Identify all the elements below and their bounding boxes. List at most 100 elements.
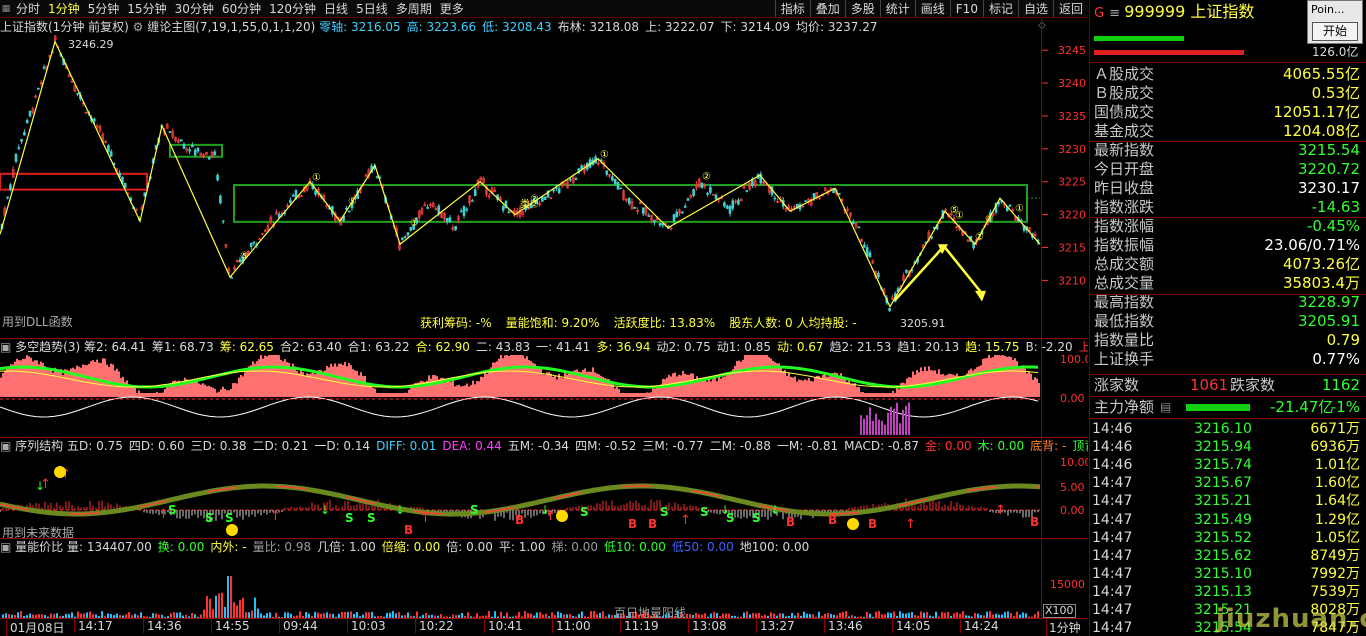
volume-bar — [224, 606, 226, 618]
indicator-value: 平: 1.00 — [498, 540, 546, 554]
tick-row[interactable]: 14:46 3215.94 6936万 — [1092, 438, 1364, 456]
period-tab[interactable]: 30分钟 — [171, 0, 218, 17]
buy-signal-icon: B — [648, 517, 657, 531]
trend-bar — [290, 367, 292, 397]
function-tab[interactable]: 画线 — [914, 0, 950, 17]
tick-row[interactable]: 14:47 3215.21 1.64亿 — [1092, 492, 1364, 510]
stroke-label: ① — [955, 210, 964, 221]
start-button[interactable]: 开始 — [1312, 22, 1358, 41]
tick-row[interactable]: 14:47 3215.13 7539万 — [1092, 583, 1364, 601]
trend-chart[interactable]: 100.0 0.00 — [0, 355, 1088, 435]
trend-bar — [436, 376, 438, 397]
trend-bar — [800, 379, 802, 397]
volume-chart[interactable] — [0, 555, 1088, 618]
trend-bar — [34, 360, 36, 397]
trend-indicator-name[interactable]: 多空趋势(3) — [15, 340, 80, 354]
candlestick-chart[interactable]: ⑤①⑤①②①②类②②①⑤①②32453240323532303225322032… — [0, 35, 1088, 335]
trend-bar — [1036, 378, 1038, 397]
sequence-indicator-name[interactable]: 序列结构 — [15, 439, 63, 453]
candle-body — [216, 174, 219, 181]
quote-value: 3228.97 — [1297, 293, 1360, 311]
period-tab[interactable]: 日线 — [320, 0, 352, 17]
period-tab[interactable]: 5日线 — [352, 0, 392, 17]
sell-signal-icon: S — [367, 511, 376, 525]
time-label: 10:03 — [347, 619, 386, 633]
period-tab[interactable]: 多周期 — [392, 0, 436, 17]
function-tab[interactable]: 标记 — [982, 0, 1018, 17]
period-tab[interactable]: 1分钟 — [44, 0, 84, 17]
gear-icon[interactable]: ⚙ — [133, 20, 148, 34]
function-tab[interactable]: 指标 — [774, 0, 810, 17]
volume-bar — [392, 611, 394, 618]
quote-value: 35803.4万 — [1282, 274, 1360, 292]
function-tab[interactable]: 多股 — [844, 0, 880, 17]
tick-row[interactable]: 14:47 3215.62 8749万 — [1092, 547, 1364, 565]
candle-body — [605, 170, 609, 175]
period-tab[interactable]: 120分钟 — [265, 0, 320, 17]
function-tab[interactable]: 叠加 — [809, 0, 845, 17]
function-tab[interactable]: 返回 — [1052, 0, 1088, 17]
quote-row: Ｂ股成交 0.53亿 — [1094, 84, 1364, 103]
tick-row[interactable]: 14:46 3215.74 1.01亿 — [1092, 456, 1364, 474]
period-tab[interactable]: 60分钟 — [218, 0, 265, 17]
trend-bar — [412, 387, 414, 397]
period-tab[interactable]: 15分钟 — [123, 0, 170, 17]
stroke-label: ① — [600, 149, 609, 160]
indicator-value: 顶背: - — [1072, 439, 1088, 453]
candle-body — [17, 147, 21, 149]
indicator-value: 五D: 0.75 — [67, 439, 123, 453]
trend-bar — [626, 393, 628, 397]
volume-bar — [602, 611, 604, 618]
tick-row[interactable]: 14:47 3215.52 1.05亿 — [1092, 529, 1364, 547]
trend-bar — [160, 393, 162, 397]
volume-bar — [350, 611, 352, 618]
tick-row[interactable]: 14:47 3215.49 1.29亿 — [1092, 511, 1364, 529]
sell-signal-icon: S — [660, 505, 669, 519]
period-tab[interactable]: 5分钟 — [84, 0, 124, 17]
trend-bar — [820, 377, 822, 397]
trend-bar — [544, 374, 546, 397]
tick-row[interactable]: 14:47 3215.10 7992万 — [1092, 565, 1364, 583]
doc-icon[interactable]: ▤ — [1160, 398, 1171, 417]
function-tab[interactable]: F10 — [949, 0, 983, 17]
menu-icon[interactable]: ≡ — [1109, 6, 1124, 21]
trend-bar — [962, 377, 964, 397]
trend-spike-bar — [872, 420, 874, 435]
tick-price: 3216.10 — [1194, 421, 1252, 437]
trend-bar — [6, 367, 8, 397]
period-tab[interactable]: 分时 — [12, 0, 44, 17]
function-tab[interactable]: 自选 — [1017, 0, 1053, 17]
trend-bar — [812, 381, 814, 397]
volume-indicator-name[interactable]: 量能价比 — [15, 540, 63, 554]
trend-bar — [692, 373, 694, 397]
tick-row[interactable]: 14:47 3215.67 1.60亿 — [1092, 474, 1364, 492]
volume-bar — [590, 611, 592, 618]
period-tab[interactable]: 更多 — [436, 0, 468, 17]
collapse-icon[interactable]: ▣ — [0, 439, 11, 453]
sell-signal-icon: S — [752, 511, 761, 525]
grid-icon[interactable]: ▦ — [0, 3, 12, 15]
trend-bar — [898, 389, 900, 397]
trend-bar — [236, 383, 238, 397]
trend-bar — [202, 383, 204, 397]
function-tab[interactable]: 统计 — [879, 0, 915, 17]
collapse-icon[interactable]: ▣ — [0, 540, 11, 554]
sequence-chart[interactable]: ↑↑↑↑↑↑↑↑↑↓↓↓↓↓↓BBBBBBBBSSSSSSSSSSS10.005… — [0, 454, 1088, 536]
indicator-name[interactable]: 缠论主图(7,19,1,55,0,1,1,20) — [147, 20, 315, 34]
trend-bar — [824, 373, 826, 397]
collapse-icon[interactable]: ▣ — [0, 340, 11, 354]
candle-body — [888, 307, 891, 312]
tick-row[interactable]: 14:46 3216.10 6671万 — [1092, 420, 1364, 438]
trend-spike-bar — [905, 405, 907, 435]
trend-bar — [628, 393, 630, 397]
buy-signal-icon: B — [404, 523, 413, 536]
candle-body — [471, 200, 474, 202]
trend-bar — [82, 364, 84, 397]
period-label[interactable]: 1分钟 — [1046, 619, 1081, 636]
trend-bar — [84, 365, 86, 397]
trend-bar — [864, 393, 866, 397]
quote-title: G ≡ 999999 上证指数 — [1094, 2, 1254, 24]
candle-body — [569, 178, 572, 181]
trend-bar — [594, 372, 596, 397]
volume-unit: X100 — [1043, 604, 1076, 618]
